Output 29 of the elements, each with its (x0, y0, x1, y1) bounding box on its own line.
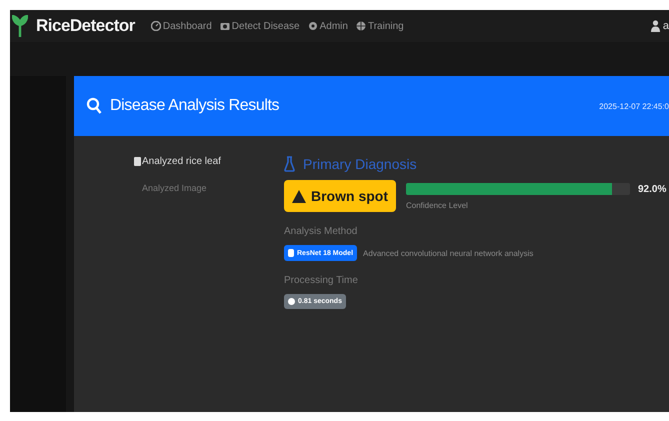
search-icon (86, 97, 102, 115)
chip-icon (288, 249, 294, 257)
brand-name[interactable]: RiceDetector (36, 16, 135, 36)
user-name[interactable]: a (662, 20, 669, 32)
gauge-icon (150, 21, 161, 31)
image-alt-text: Analyzed rice leaf (142, 156, 221, 167)
broken-image-icon (134, 157, 141, 166)
clock-icon (288, 298, 295, 305)
camera-icon (220, 21, 230, 31)
nav-link[interactable]: Admin (308, 20, 348, 32)
confidence-value: 92.0% (638, 184, 666, 194)
timestamp: 2025-12-07 22:45:0 (599, 102, 669, 110)
sprout-icon (12, 15, 28, 37)
method-description: Advanced convolutional neural network analysis (363, 248, 534, 258)
flask-icon (284, 156, 295, 172)
nav-link[interactable]: Dashboard (150, 20, 212, 32)
nav-link[interactable]: Training (356, 20, 404, 32)
user-icon (650, 20, 660, 32)
confidence-label: Confidence Level (406, 201, 469, 210)
diagnosis-badge: Brown spot (284, 180, 396, 212)
globe-icon (356, 21, 366, 31)
method-label: Analysis Method (284, 226, 358, 237)
warning-icon (292, 190, 306, 202)
card-title: Disease Analysis Results (110, 97, 280, 115)
image-caption: Analyzed Image (141, 183, 208, 193)
nav-link[interactable]: Detect Disease (220, 20, 300, 32)
gear-icon (308, 21, 318, 31)
time-label: Processing Time (284, 275, 359, 286)
section-title: Primary Diagnosis (303, 156, 417, 172)
